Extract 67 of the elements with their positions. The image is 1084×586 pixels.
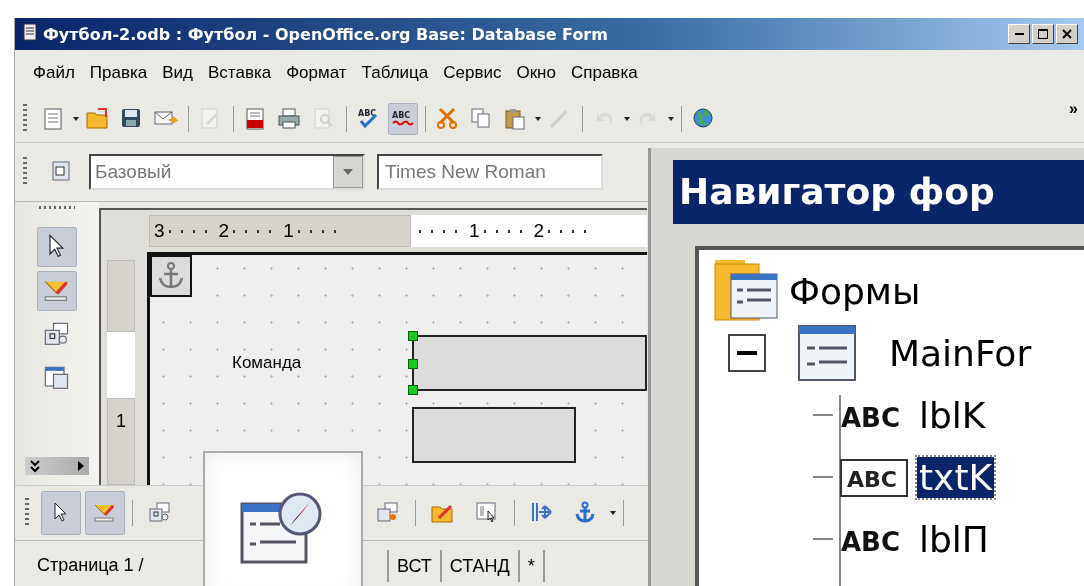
status-field: СТАНД <box>439 549 518 582</box>
menu-item[interactable]: Сервис <box>443 63 502 83</box>
caret-icon <box>610 511 616 515</box>
form-view-icon <box>475 501 499 525</box>
maximize-icon <box>1038 29 1048 39</box>
menu-item[interactable]: Окно <box>516 63 556 83</box>
ruler-number: 1 <box>283 220 294 242</box>
toolbar-button[interactable] <box>41 491 81 535</box>
status-field: ВСТ <box>387 549 440 582</box>
close-icon <box>1062 29 1072 39</box>
selection-handle[interactable] <box>408 331 418 341</box>
caret-icon <box>668 117 674 121</box>
navigator-title: Навигатор фор <box>673 160 1084 224</box>
paste-icon <box>504 107 528 131</box>
triangle-icon <box>77 460 85 472</box>
tree-item[interactable]: lblП <box>917 518 991 560</box>
minimize-button[interactable] <box>1008 24 1030 44</box>
globe-icon <box>692 107 716 131</box>
app-icon <box>21 22 39 42</box>
minimize-icon <box>1014 33 1024 35</box>
anchor-button[interactable] <box>150 255 192 297</box>
toolbar-button[interactable] <box>37 227 77 267</box>
tree-item[interactable]: Формы <box>787 270 923 312</box>
ruler-number: 1 <box>469 220 480 242</box>
style-dropdown[interactable]: Базовый <box>89 154 365 190</box>
ruler-number: 3 <box>154 220 165 242</box>
menu-item[interactable]: Формат <box>286 63 347 83</box>
caret-icon <box>535 117 541 121</box>
tree-item[interactable]: lblK <box>917 394 988 436</box>
page-number: Страница 1 / <box>36 555 145 576</box>
more-tools-button[interactable]: » <box>1067 100 1080 118</box>
window-title: Футбол-2.odb : Футбол - OpenOffice.org Base: Database Form <box>43 24 608 44</box>
label-control-icon: ABC <box>839 395 911 435</box>
status-field: * <box>517 549 543 582</box>
form-controls-icon <box>376 501 400 525</box>
more-tools-button[interactable] <box>25 457 89 475</box>
ruler-number: 2 <box>218 220 230 242</box>
text-field[interactable] <box>412 407 576 463</box>
double-chevron-icon <box>29 459 41 473</box>
menu-item[interactable]: Справка <box>570 63 638 83</box>
menu-item[interactable]: Таблица <box>361 63 429 83</box>
close-button[interactable] <box>1056 24 1078 44</box>
folder-icon <box>86 107 110 131</box>
menu-item[interactable]: Вставка <box>208 63 272 83</box>
maximize-button[interactable] <box>1032 24 1054 44</box>
form-controls-icon <box>148 501 172 525</box>
ruler-number: 2 <box>533 220 545 242</box>
selection-handle[interactable] <box>408 385 418 395</box>
field-label: Команда <box>231 353 303 373</box>
form-icon <box>797 324 857 382</box>
menu-item[interactable]: Вид <box>162 63 193 83</box>
anchor-icon <box>156 261 186 291</box>
dropdown-arrow-icon <box>342 168 354 176</box>
menu-item[interactable]: Правка <box>89 63 148 83</box>
printer-icon <box>278 107 302 131</box>
menu-item[interactable]: Файл <box>33 63 75 83</box>
tree-item[interactable]: txtK <box>917 456 995 498</box>
collapse-icon[interactable] <box>727 333 767 373</box>
folder-form-icon <box>713 260 779 322</box>
caret-icon <box>624 117 630 121</box>
selection-handle[interactable] <box>408 359 418 369</box>
caret-icon <box>73 117 79 121</box>
label-control-icon: ABC <box>839 519 911 559</box>
tree-item[interactable]: MainFor <box>887 332 1034 374</box>
ruler-number: 1 <box>116 411 126 431</box>
scissors-icon <box>436 107 460 131</box>
font-name-field[interactable]: Times New Roman <box>377 154 603 190</box>
